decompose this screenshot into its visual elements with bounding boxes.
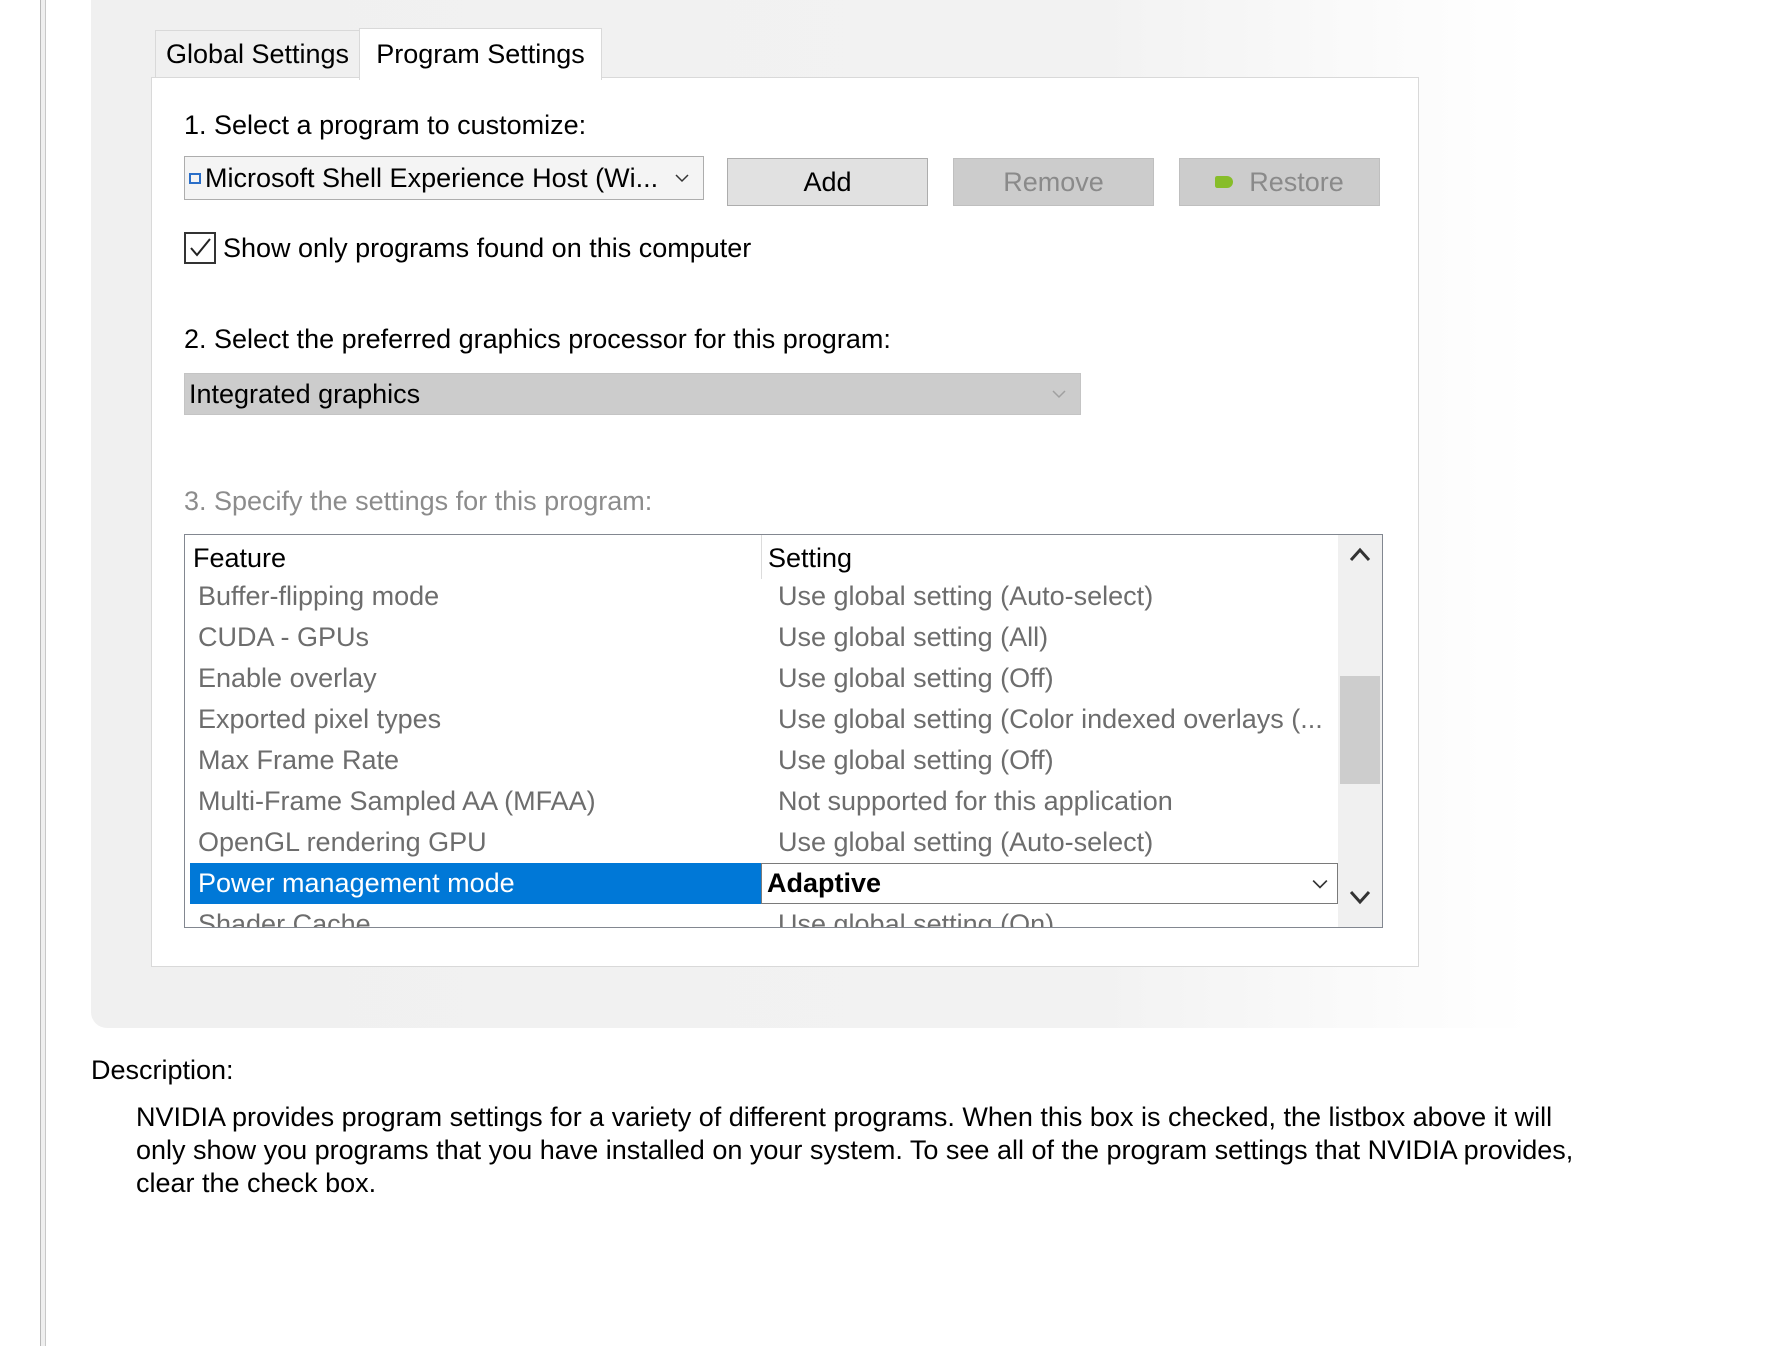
table-row[interactable]: Multi-Frame Sampled AA (MFAA) Not suppor… — [185, 781, 1338, 822]
feature-cell: Enable overlay — [198, 663, 377, 693]
program-select-dropdown[interactable]: Microsoft Shell Experience Host (Wi... — [184, 156, 704, 200]
table-row[interactable]: Enable overlay Use global setting (Off) — [185, 658, 1338, 699]
scroll-down-arrow-icon[interactable] — [1349, 889, 1371, 905]
step2-label: 2. Select the preferred graphics process… — [184, 324, 891, 354]
description-text: NVIDIA provides program settings for a v… — [136, 1102, 1574, 1198]
table-row[interactable]: Exported pixel types Use global setting … — [185, 699, 1338, 740]
setting-cell: Use global setting (Auto-select) — [778, 581, 1154, 611]
setting-cell: Use global setting (Auto-select) — [778, 827, 1154, 857]
remove-button[interactable]: Remove — [953, 158, 1154, 206]
feature-cell: CUDA - GPUs — [198, 622, 370, 652]
setting-cell: Use global setting (Color indexed overla… — [778, 704, 1323, 734]
table-row[interactable]: Buffer-flipping mode Use global setting … — [185, 576, 1338, 617]
show-only-installed-checkbox[interactable] — [184, 232, 216, 264]
graphics-processor-dropdown[interactable]: Integrated graphics — [184, 373, 1081, 415]
grid-header: Feature Setting — [185, 535, 1338, 579]
setting-cell: Use global setting (Off) — [778, 745, 1054, 775]
program-select-value: Microsoft Shell Experience Host (Wi... — [205, 162, 659, 193]
table-row[interactable]: CUDA - GPUs Use global setting (All) — [185, 617, 1338, 658]
description-title: Description: — [91, 1055, 234, 1085]
feature-cell: Multi-Frame Sampled AA (MFAA) — [198, 786, 596, 816]
checkmark-icon — [190, 238, 211, 257]
column-divider — [761, 535, 762, 579]
setting-cell: Use global setting (All) — [778, 622, 1049, 652]
restore-button[interactable]: Restore — [1179, 158, 1380, 206]
grid-scrollbar[interactable] — [1338, 535, 1382, 927]
feature-cell: Exported pixel types — [198, 704, 442, 734]
add-button[interactable]: Add — [727, 158, 928, 206]
feature-cell: Shader Cache — [198, 909, 371, 928]
table-row[interactable]: Shader Cache Use global setting (On) — [185, 904, 1338, 928]
step3-label: 3. Specify the settings for this program… — [184, 486, 653, 516]
window-left-border — [40, 0, 46, 1346]
chevron-down-icon — [1052, 390, 1066, 399]
tab-program-settings[interactable]: Program Settings — [359, 28, 602, 80]
setting-cell: Use global setting (Off) — [778, 663, 1054, 693]
column-header-setting[interactable]: Setting — [768, 543, 852, 574]
feature-cell: Max Frame Rate — [198, 745, 400, 775]
step1-label: 1. Select a program to customize: — [184, 110, 587, 140]
program-settings-grid[interactable]: Feature Setting Buffer-flipping mode Use… — [184, 534, 1383, 928]
column-header-feature[interactable]: Feature — [193, 543, 286, 574]
feature-cell: OpenGL rendering GPU — [198, 827, 487, 857]
nvidia-logo-icon — [1215, 176, 1234, 188]
scrollbar-thumb[interactable] — [1340, 676, 1380, 784]
feature-cell: Buffer-flipping mode — [198, 581, 440, 611]
table-row-selected[interactable]: Power management mode Adaptive — [185, 863, 1338, 904]
setting-cell: Use global setting (On) — [778, 909, 1055, 928]
tab-global-settings[interactable]: Global Settings — [155, 30, 360, 78]
chevron-down-icon[interactable] — [1312, 876, 1328, 892]
show-only-installed-label[interactable]: Show only programs found on this compute… — [223, 233, 751, 264]
feature-cell: Power management mode — [198, 868, 515, 898]
graphics-processor-value: Integrated graphics — [189, 378, 421, 409]
program-icon — [189, 172, 201, 184]
grid-rows: Buffer-flipping mode Use global setting … — [185, 576, 1338, 928]
setting-cell: Not supported for this application — [778, 786, 1173, 816]
table-row[interactable]: OpenGL rendering GPU Use global setting … — [185, 822, 1338, 863]
setting-dropdown-value: Adaptive — [767, 868, 882, 898]
chevron-down-icon — [675, 174, 689, 183]
scroll-up-arrow-icon[interactable] — [1349, 547, 1371, 563]
table-row[interactable]: Max Frame Rate Use global setting (Off) — [185, 740, 1338, 781]
restore-button-label: Restore — [1249, 166, 1344, 197]
